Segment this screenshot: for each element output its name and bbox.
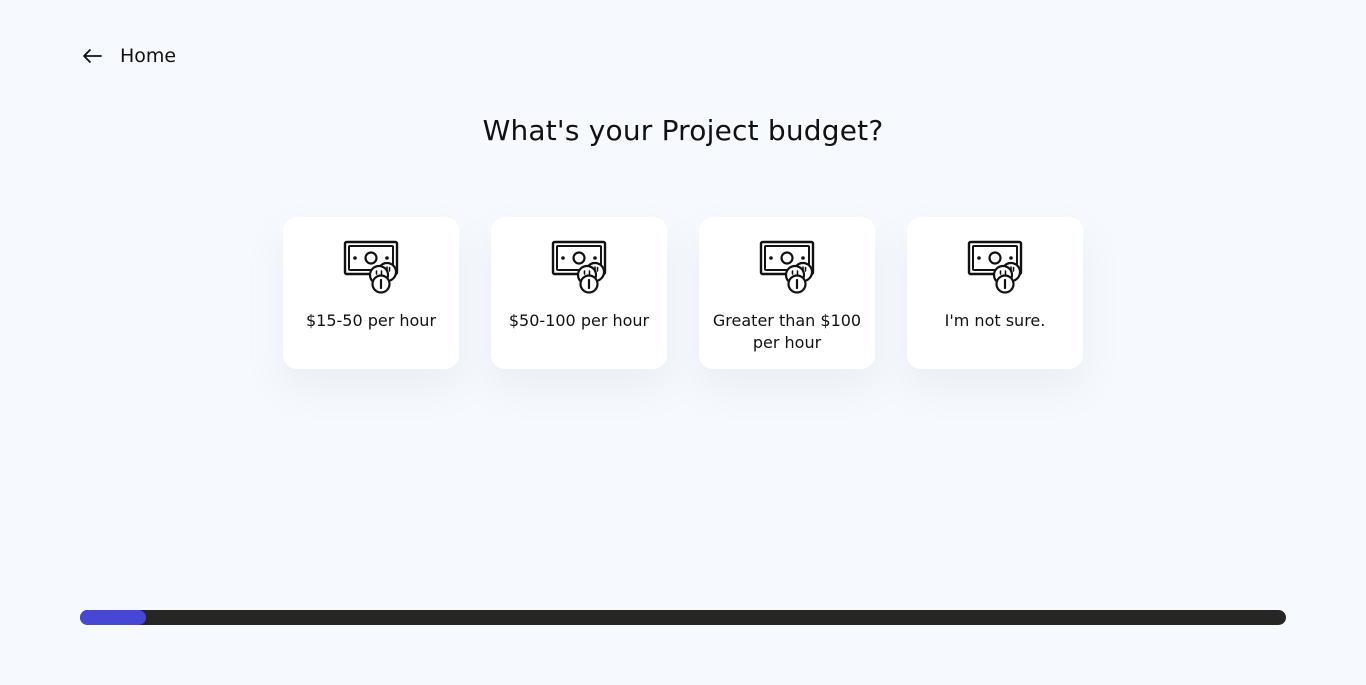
option-card-over-100[interactable]: Greater than $100 per hour <box>699 217 875 369</box>
option-label: $50-100 per hour <box>508 311 650 330</box>
back-home-link[interactable]: Home <box>80 40 176 72</box>
budget-options: $15-50 per hour $50-100 per hour Greater… <box>283 217 1083 369</box>
money-cash-coins-icon <box>759 240 815 294</box>
money-cash-coins-icon <box>967 240 1023 294</box>
progress-bar-fill <box>80 610 147 625</box>
option-card-50-100[interactable]: $50-100 per hour <box>491 217 667 369</box>
arrow-left-icon <box>80 44 104 68</box>
page-title: What's your Project budget? <box>482 114 884 147</box>
option-label: I'm not sure. <box>944 311 1046 330</box>
budget-question-page: Home What's your Project budget? $15-50 … <box>0 0 1366 685</box>
back-link-label: Home <box>120 45 177 67</box>
option-label: $15-50 per hour <box>305 311 437 330</box>
money-cash-coins-icon <box>551 240 607 294</box>
option-label: Greater than $100 per hour <box>712 311 862 352</box>
progress-bar <box>80 610 1286 625</box>
option-card-not-sure[interactable]: I'm not sure. <box>907 217 1083 369</box>
money-cash-coins-icon <box>343 240 399 294</box>
option-card-15-50[interactable]: $15-50 per hour <box>283 217 459 369</box>
